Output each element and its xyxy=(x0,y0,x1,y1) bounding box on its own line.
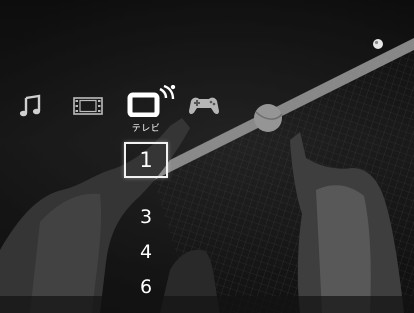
film-strip-icon[interactable] xyxy=(73,95,103,117)
category-label-tv: テレビ xyxy=(131,124,161,134)
channel-item[interactable]: 4 xyxy=(126,240,166,264)
tv-icon[interactable] xyxy=(126,85,178,117)
gamepad-icon[interactable] xyxy=(187,93,221,117)
status-dot-icon xyxy=(373,39,383,49)
category-bar xyxy=(0,85,414,125)
channel-item[interactable]: 6 xyxy=(126,275,166,299)
channel-item-selected[interactable]: 1 xyxy=(124,142,168,178)
channel-item[interactable]: 3 xyxy=(126,205,166,229)
xmb-screen: テレビ 1 3 4 6 xyxy=(0,0,414,313)
music-note-icon[interactable] xyxy=(17,92,45,120)
background-photo xyxy=(0,0,414,313)
